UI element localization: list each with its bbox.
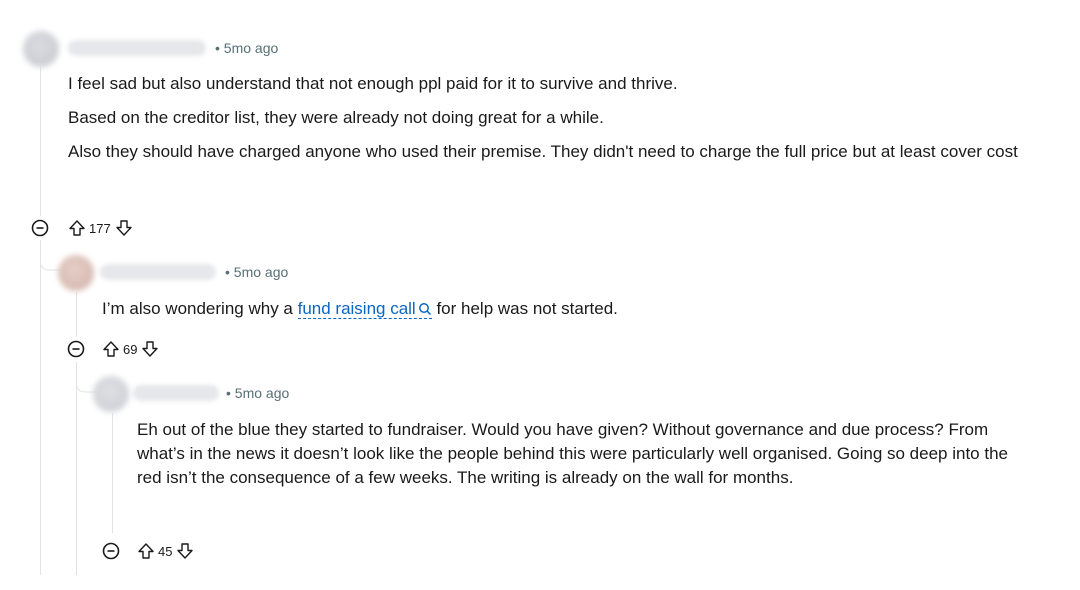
comment-paragraph: Also they should have charged anyone who… — [68, 142, 1018, 161]
vote-score: 177 — [89, 220, 111, 236]
comment-timestamp: • 5mo ago — [226, 385, 290, 401]
thread-line-reply-2[interactable] — [112, 413, 113, 533]
vote-score: 69 — [123, 341, 138, 357]
vote-controls: 177 — [67, 216, 134, 240]
search-icon — [418, 303, 431, 316]
comment-paragraph: I’m also wondering why a fund raising ca… — [102, 297, 1002, 321]
search-link[interactable]: fund raising call — [297, 299, 432, 319]
thread-line-root[interactable] — [40, 66, 41, 216]
thread-line-root-continued[interactable] — [40, 240, 41, 575]
comment-timestamp: • 5mo ago — [225, 264, 289, 280]
avatar[interactable] — [58, 255, 94, 291]
comment-paragraph: Based on the creditor list, they were al… — [68, 108, 604, 127]
username-blurred[interactable] — [133, 385, 219, 401]
upvote-arrow-icon[interactable] — [67, 218, 87, 238]
upvote-arrow-icon[interactable] — [136, 541, 156, 561]
minus-circle-icon[interactable] — [30, 218, 50, 238]
downvote-arrow-icon[interactable] — [140, 339, 160, 359]
username-blurred[interactable] — [100, 264, 216, 280]
thread-line-reply-1[interactable] — [76, 292, 77, 337]
comment-body: I feel sad but also understand that not … — [68, 72, 1058, 164]
downvote-arrow-icon[interactable] — [114, 218, 134, 238]
comment-timestamp: • 5mo ago — [215, 40, 279, 56]
avatar[interactable] — [23, 31, 59, 67]
comment-text: for help was not started. — [431, 299, 618, 318]
downvote-arrow-icon[interactable] — [175, 541, 195, 561]
minus-circle-icon[interactable] — [101, 541, 121, 561]
comment-text: I’m also wondering why a — [102, 299, 298, 318]
avatar[interactable] — [93, 376, 129, 412]
upvote-arrow-icon[interactable] — [101, 339, 121, 359]
vote-score: 45 — [158, 543, 173, 559]
username-blurred[interactable] — [68, 40, 206, 56]
comment-paragraph: Eh out of the blue they started to fundr… — [137, 420, 1008, 487]
vote-controls: 45 — [136, 539, 195, 563]
vote-controls: 69 — [101, 337, 160, 361]
comment-body: Eh out of the blue they started to fundr… — [137, 418, 1017, 490]
search-link-text: fund raising call — [297, 299, 416, 318]
minus-circle-icon[interactable] — [66, 339, 86, 359]
comment-body: I’m also wondering why a fund raising ca… — [102, 297, 1002, 321]
comment-paragraph: I feel sad but also understand that not … — [68, 74, 678, 93]
